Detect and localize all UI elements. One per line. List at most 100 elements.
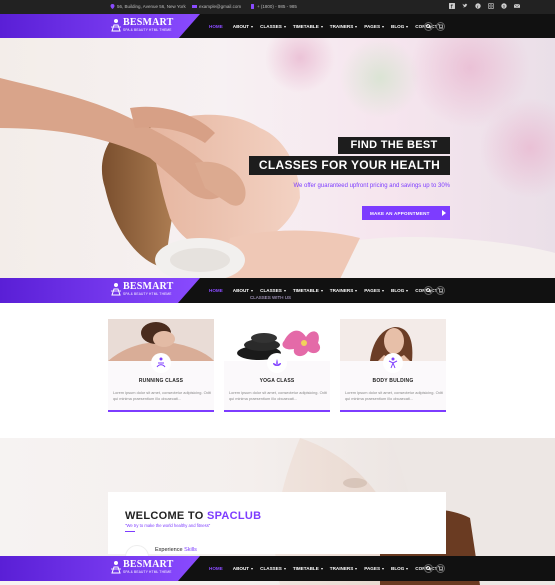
main-navbar: BESMART SPA & BEAUTY HTML THEME HOME ABO… xyxy=(0,14,555,39)
pinterest-icon[interactable] xyxy=(475,3,481,9)
nav-pages[interactable]: PAGES xyxy=(364,24,385,29)
section-heading-faded: CLASSES WITH US xyxy=(250,295,292,300)
nav-timetable[interactable]: TIMETABLE xyxy=(293,288,323,293)
chevron-down-icon xyxy=(406,25,409,28)
nav-trainers[interactable]: TRAINERS xyxy=(330,566,358,571)
card-accent-bar xyxy=(108,410,214,412)
cart-button[interactable] xyxy=(436,564,445,573)
nav-about[interactable]: ABOUT xyxy=(233,566,254,571)
phone-icon xyxy=(251,4,254,9)
card-accent-bar xyxy=(340,410,446,412)
brand-title: BESMART xyxy=(123,17,174,28)
nav-classes[interactable]: CLASSES xyxy=(260,288,286,293)
location-icon xyxy=(110,4,115,9)
search-icon xyxy=(426,566,431,571)
search-button[interactable] xyxy=(424,286,433,295)
nav-about[interactable]: ABOUT xyxy=(233,288,254,293)
brand-logo[interactable]: BESMART SPA & BEAUTY HTML THEME xyxy=(110,559,188,577)
chevron-down-icon xyxy=(283,25,286,28)
lotus-icon xyxy=(273,359,281,366)
nav-pages[interactable]: PAGES xyxy=(364,288,385,293)
hero-banner: FIND THE BEST CLASSES FOR YOUR HEALTH We… xyxy=(0,38,555,279)
card-icon-badge xyxy=(267,353,287,373)
phone-info[interactable]: + (1800) - 985 - 985 xyxy=(250,4,297,9)
card-text: Lorem ipsum dolor sit amet, consectetur … xyxy=(229,390,327,401)
nav-home[interactable]: HOME xyxy=(209,288,223,293)
cart-button[interactable] xyxy=(436,286,445,295)
nav-about[interactable]: ABOUT xyxy=(233,24,254,29)
card-icon-badge xyxy=(383,353,403,373)
chevron-down-icon xyxy=(251,289,254,292)
brand-subtitle: SPA & BEAUTY HTML THEME xyxy=(123,570,172,574)
search-icon xyxy=(426,288,431,293)
chevron-down-icon xyxy=(283,289,286,292)
chevron-down-icon xyxy=(355,567,358,570)
chevron-down-icon xyxy=(355,289,358,292)
email-text[interactable]: example@gmail.com xyxy=(199,4,241,9)
cart-icon xyxy=(438,24,443,29)
twitter-icon[interactable] xyxy=(462,3,468,9)
bottom-sticky-navbar: BESMART SPA & BEAUTY HTML THEME HOME ABO… xyxy=(0,556,555,581)
card-title: YOGA CLASS xyxy=(259,378,295,384)
search-button[interactable] xyxy=(424,564,433,573)
nav-trainers[interactable]: TRAINERS xyxy=(330,24,358,29)
cart-icon xyxy=(438,288,443,293)
nav-timetable[interactable]: TIMETABLE xyxy=(293,566,323,571)
nav-classes[interactable]: CLASSES xyxy=(260,24,286,29)
chevron-down-icon xyxy=(382,289,385,292)
spa-figure-icon xyxy=(111,283,121,296)
divider xyxy=(125,531,135,532)
nav-blog[interactable]: BLOG xyxy=(391,24,409,29)
email-info[interactable]: example@gmail.com xyxy=(192,4,241,9)
nav-trainers[interactable]: TRAINERS xyxy=(330,288,358,293)
address-text: 56, Building, Avenue 56, New York xyxy=(117,4,186,9)
card-icon-badge xyxy=(151,353,171,373)
card-text: Lorem ipsum dolor sit amet, consectetur … xyxy=(345,390,443,401)
chevron-down-icon xyxy=(355,25,358,28)
facebook-icon[interactable] xyxy=(449,3,455,9)
experience-label: Experience xyxy=(155,547,183,553)
appointment-button[interactable]: MAKE AN APPOINTMENT xyxy=(362,206,450,220)
chevron-down-icon xyxy=(320,567,323,570)
chevron-down-icon xyxy=(283,567,286,570)
brand-subtitle: SPA & BEAUTY HTML THEME xyxy=(123,292,172,296)
top-bar: 56, Building, Avenue 56, New York exampl… xyxy=(0,0,555,14)
nav-home[interactable]: HOME xyxy=(209,24,223,29)
nav-pages[interactable]: PAGES xyxy=(364,566,385,571)
card-accent-bar xyxy=(224,410,330,412)
class-card-body-building[interactable]: BODY BULDING Lorem ipsum dolor sit amet,… xyxy=(340,319,446,412)
phone-text[interactable]: + (1800) - 985 - 985 xyxy=(257,4,297,9)
welcome-tagline: "We try to make the world healthy and fi… xyxy=(125,523,211,528)
experience-accent: Skills xyxy=(184,547,197,553)
massage-icon xyxy=(156,357,166,368)
chevron-down-icon xyxy=(406,567,409,570)
nav-blog[interactable]: BLOG xyxy=(391,288,409,293)
class-card-running[interactable]: RUNNING CLASS Lorem ipsum dolor sit amet… xyxy=(108,319,214,412)
nav-menu: HOME ABOUT CLASSES TIMETABLE TRAINERS PA… xyxy=(209,556,437,581)
search-icon xyxy=(426,24,431,29)
brand-logo[interactable]: BESMART SPA & BEAUTY HTML THEME xyxy=(110,17,188,35)
hero-title-line1: FIND THE BEST xyxy=(338,137,450,154)
cart-icon xyxy=(438,566,443,571)
welcome-title: WELCOME TO SPACLUB xyxy=(125,510,261,522)
fitness-icon xyxy=(388,357,398,369)
brand-title: BESMART xyxy=(123,559,174,570)
skype-icon[interactable]: S xyxy=(501,3,507,9)
welcome-title-accent: SPACLUB xyxy=(206,510,262,522)
chevron-down-icon xyxy=(320,25,323,28)
class-card-yoga[interactable]: YOGA CLASS Lorem ipsum dolor sit amet, c… xyxy=(224,319,330,412)
search-button[interactable] xyxy=(424,22,433,31)
appointment-button-label: MAKE AN APPOINTMENT xyxy=(370,210,430,216)
brand-title: BESMART xyxy=(123,281,174,292)
nav-blog[interactable]: BLOG xyxy=(391,566,409,571)
instagram-icon[interactable] xyxy=(488,3,494,9)
chevron-down-icon xyxy=(406,289,409,292)
nav-classes[interactable]: CLASSES xyxy=(260,566,286,571)
hero-title-line2: CLASSES FOR YOUR HEALTH xyxy=(249,156,450,175)
nav-timetable[interactable]: TIMETABLE xyxy=(293,24,323,29)
email-icon[interactable] xyxy=(514,3,520,9)
nav-home[interactable]: HOME xyxy=(209,566,223,571)
spa-figure-icon xyxy=(111,19,121,32)
brand-logo[interactable]: BESMART SPA & BEAUTY HTML THEME xyxy=(110,281,188,299)
cart-button[interactable] xyxy=(436,22,445,31)
